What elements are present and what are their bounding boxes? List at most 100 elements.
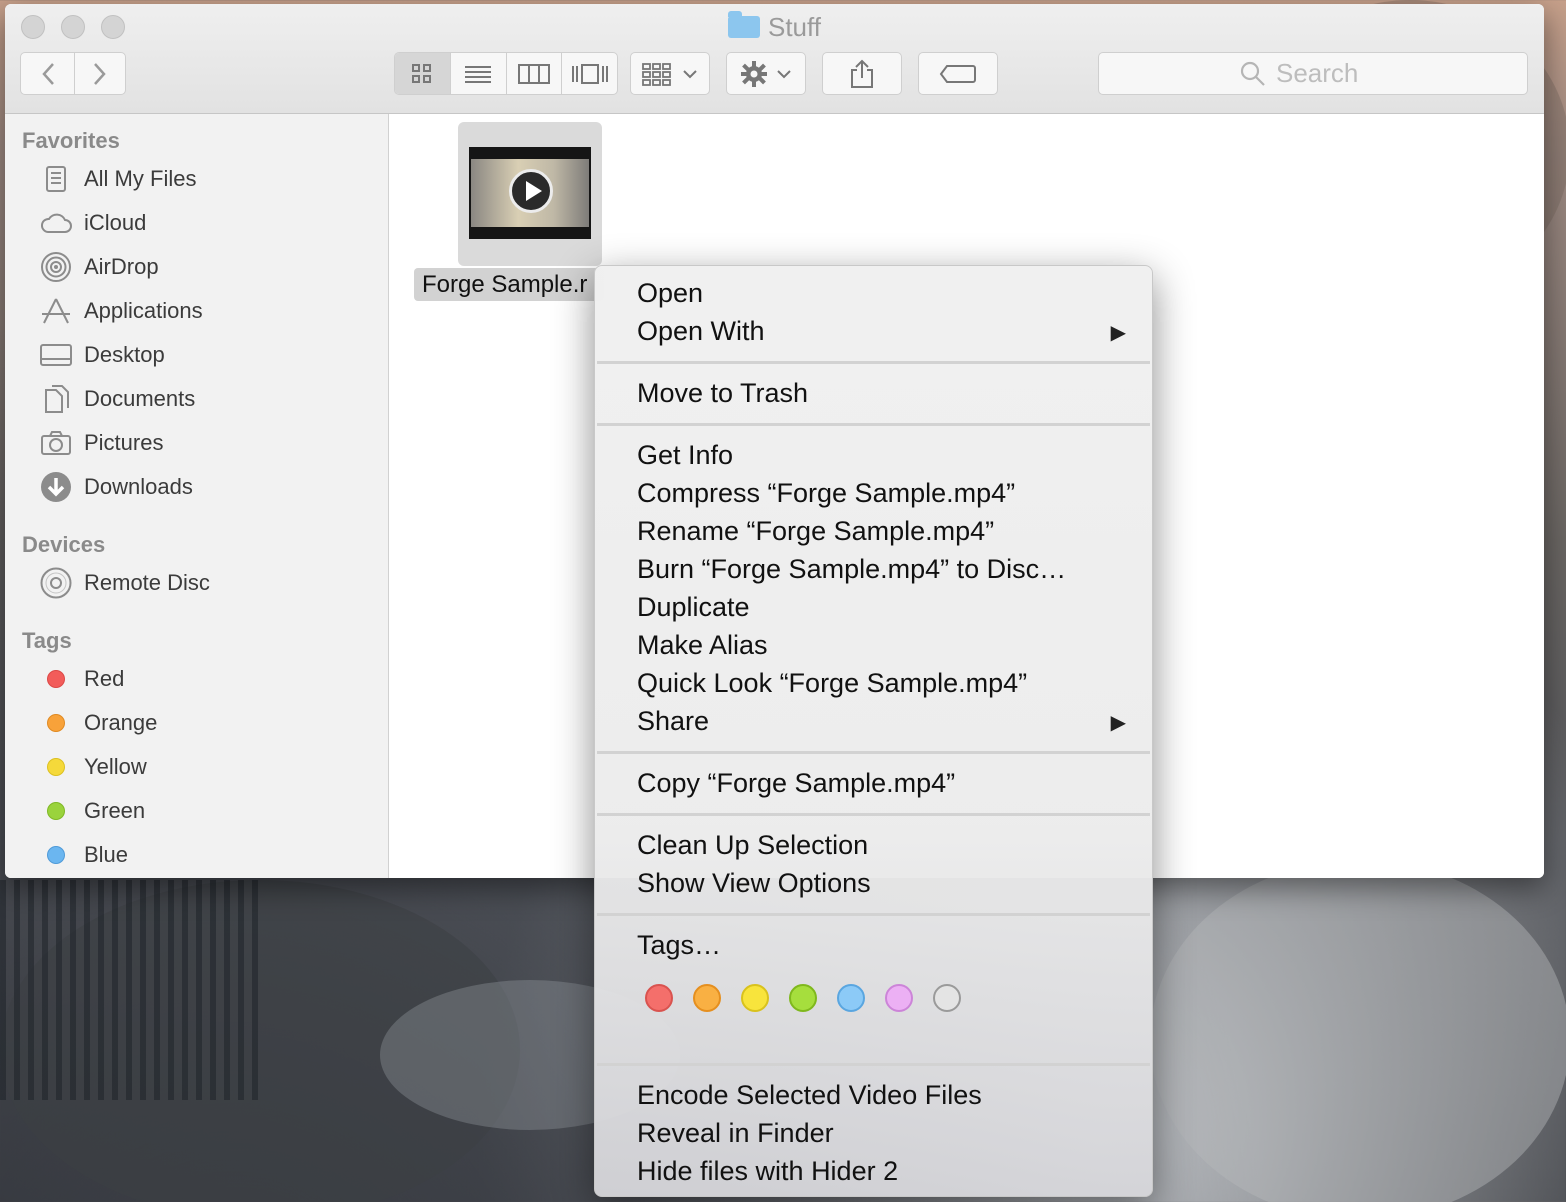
tag-dot-icon: [40, 795, 72, 827]
menu-item-burn[interactable]: Burn “Forge Sample.mp4” to Disc…: [637, 550, 1066, 588]
sidebar-tag-orange[interactable]: Orange: [40, 703, 370, 743]
menu-item-rename[interactable]: Rename “Forge Sample.mp4”: [637, 512, 994, 550]
documents-icon: [40, 383, 72, 415]
sidebar-item-airdrop[interactable]: AirDrop: [40, 247, 370, 287]
tag-dot-icon: [40, 707, 72, 739]
menu-separator: [597, 913, 1150, 916]
search-icon: [1240, 61, 1265, 86]
tag-dot-icon: [40, 751, 72, 783]
sidebar-section-devices: Devices: [22, 532, 106, 557]
submenu-arrow-icon: ▶: [1110, 322, 1126, 344]
coverflow-view-button[interactable]: [562, 53, 617, 94]
list-view-button[interactable]: [451, 53, 507, 94]
menu-item-get-info[interactable]: Get Info: [637, 436, 733, 474]
menu-item-compress[interactable]: Compress “Forge Sample.mp4”: [637, 474, 1015, 512]
file-name-label[interactable]: Forge Sample.r: [414, 268, 604, 301]
search-field[interactable]: [1098, 52, 1528, 95]
forward-button[interactable]: [74, 52, 126, 95]
menu-separator: [597, 813, 1150, 816]
menu-item-move-to-trash[interactable]: Move to Trash: [637, 374, 808, 412]
menu-item-reveal-in-finder[interactable]: Reveal in Finder: [637, 1114, 834, 1152]
download-icon: [40, 471, 72, 503]
airdrop-icon: [40, 251, 72, 283]
tag-swatch-purple[interactable]: [885, 984, 913, 1012]
tag-icon: [939, 64, 976, 83]
menu-item-show-view-options[interactable]: Show View Options: [637, 864, 871, 902]
coverflow-icon: [571, 63, 608, 84]
menu-separator: [597, 1063, 1150, 1066]
icon-view-button[interactable]: [395, 53, 451, 94]
video-thumbnail[interactable]: [469, 147, 591, 239]
search-input[interactable]: [1276, 58, 1386, 89]
chevron-left-icon: [41, 62, 54, 85]
arrange-button[interactable]: [630, 52, 710, 95]
disc-icon: [40, 567, 72, 599]
sidebar-item-label: Documents: [84, 386, 196, 411]
menu-item-share[interactable]: Share: [637, 702, 709, 740]
sidebar-section-tags: Tags: [22, 628, 72, 653]
sidebar: Favorites All My Files iCloud AirDrop Ap…: [5, 114, 389, 878]
sidebar-item-pictures[interactable]: Pictures: [40, 423, 370, 463]
list-icon: [465, 65, 492, 83]
sidebar-item-label: Desktop: [84, 342, 165, 367]
sidebar-item-label: Green: [84, 798, 146, 823]
tag-swatch-yellow[interactable]: [741, 984, 769, 1012]
menu-item-tags[interactable]: Tags…: [637, 926, 721, 964]
wallpaper-cliff: [1150, 860, 1566, 1202]
sidebar-item-all-my-files[interactable]: All My Files: [40, 159, 370, 199]
tag-swatch-green[interactable]: [789, 984, 817, 1012]
sidebar-item-icloud[interactable]: iCloud: [40, 203, 370, 243]
sidebar-item-applications[interactable]: Applications: [40, 291, 370, 331]
menu-item-make-alias[interactable]: Make Alias: [637, 626, 768, 664]
sidebar-tag-yellow[interactable]: Yellow: [40, 747, 370, 787]
menu-item-encode-video[interactable]: Encode Selected Video Files: [637, 1076, 982, 1114]
sidebar-item-downloads[interactable]: Downloads: [40, 467, 370, 507]
tag-swatch-red[interactable]: [645, 984, 673, 1012]
action-button[interactable]: [726, 52, 806, 95]
sidebar-item-label: Red: [84, 666, 125, 691]
window-title: Stuff: [5, 11, 1544, 43]
menu-item-quick-look[interactable]: Quick Look “Forge Sample.mp4”: [637, 664, 1027, 702]
tag-dot-icon: [40, 663, 72, 695]
sidebar-tag-green[interactable]: Green: [40, 791, 370, 831]
edit-tags-button[interactable]: [918, 52, 998, 95]
sidebar-item-label: Yellow: [84, 754, 147, 779]
sidebar-item-remote-disc[interactable]: Remote Disc: [40, 563, 370, 603]
menu-item-clean-up-selection[interactable]: Clean Up Selection: [637, 826, 868, 864]
sidebar-tag-blue[interactable]: Blue: [40, 835, 370, 875]
tag-swatch-orange[interactable]: [693, 984, 721, 1012]
view-mode-segmented: [394, 52, 618, 95]
menu-item-open-with[interactable]: Open With: [637, 312, 765, 350]
menu-item-duplicate[interactable]: Duplicate: [637, 588, 750, 626]
share-button[interactable]: [822, 52, 902, 95]
menu-item-copy[interactable]: Copy “Forge Sample.mp4”: [637, 764, 955, 802]
share-icon: [851, 59, 873, 88]
camera-icon: [40, 427, 72, 459]
sidebar-item-documents[interactable]: Documents: [40, 379, 370, 419]
tag-swatch-blue[interactable]: [837, 984, 865, 1012]
play-icon: [509, 169, 553, 213]
wallpaper-trees: [0, 880, 260, 1100]
sidebar-item-label: Blue: [84, 842, 129, 867]
menu-item-open[interactable]: Open: [637, 274, 703, 312]
tag-swatch-gray[interactable]: [933, 984, 961, 1012]
sidebar-item-label: Remote Disc: [84, 570, 210, 595]
tag-blue-dot: [47, 846, 65, 864]
back-button[interactable]: [20, 52, 75, 95]
columns-icon: [517, 63, 550, 84]
sidebar-item-label: Orange: [84, 710, 158, 735]
sidebar-item-label: iCloud: [84, 210, 147, 235]
menu-separator: [597, 361, 1150, 364]
tag-yellow-dot: [47, 758, 65, 776]
sidebar-section-favorites: Favorites: [22, 128, 120, 153]
menu-item-hide-files[interactable]: Hide files with Hider 2: [637, 1152, 898, 1190]
all-files-icon: [40, 163, 72, 195]
column-view-button[interactable]: [507, 53, 563, 94]
sidebar-item-desktop[interactable]: Desktop: [40, 335, 370, 375]
chevron-down-icon: [683, 69, 697, 78]
gear-icon: [741, 60, 767, 87]
tag-red-dot: [47, 670, 65, 688]
sidebar-tag-red[interactable]: Red: [40, 659, 370, 699]
sidebar-item-label: Applications: [84, 298, 203, 323]
tag-orange-dot: [47, 714, 65, 732]
